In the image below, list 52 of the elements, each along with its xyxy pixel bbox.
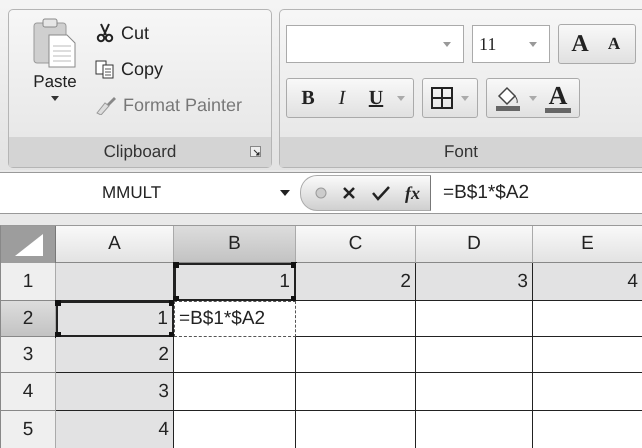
table-cell: 4 [533,263,642,301]
caret-icon [280,190,290,196]
dialog-launcher-icon[interactable] [250,146,261,157]
ribbon-button[interactable]: Copy [95,54,242,84]
fill-bucket-icon[interactable] [495,85,521,111]
table-cell: 4 [56,411,174,448]
row-header[interactable]: 2 [1,301,56,337]
table-cell: 2 [56,337,174,373]
column-header[interactable]: B [174,226,296,263]
table-cell: 1 [174,263,296,301]
table-cell: 2 [296,263,416,301]
format-button[interactable]: B [295,86,321,110]
row-header[interactable]: 4 [1,373,56,411]
formula-field[interactable]: =B$1*$A2 [443,182,530,204]
shrink-font-button[interactable]: A [601,34,627,54]
borders-icon[interactable] [431,87,453,109]
row-header[interactable]: 1 [1,263,56,301]
column-header[interactable]: A [56,226,174,263]
column-header[interactable]: D [416,226,533,263]
caret-icon [461,96,469,100]
scissors-icon [95,23,115,43]
copy-icon [95,59,115,79]
caret-icon [529,96,537,100]
table-cell: 3 [56,373,174,411]
caret-icon [397,96,405,100]
cancel-icon[interactable] [341,185,357,201]
column-header[interactable]: C [296,226,416,263]
font-name-field[interactable] [286,25,464,63]
table-cell: 3 [416,263,533,301]
ribbon-button[interactable]: Cut [95,18,242,48]
caret-icon [51,96,59,101]
select-all-button[interactable] [1,226,56,263]
row-header[interactable]: 3 [1,337,56,373]
column-header[interactable]: E [533,226,642,263]
insert-function-button[interactable]: fx [405,182,420,204]
format-button[interactable]: I [329,86,355,110]
brush-icon [95,95,117,115]
check-icon[interactable] [371,185,391,201]
group-title: Clipboard [104,142,176,162]
group-title: Font [444,142,478,162]
grow-font-button[interactable]: A [567,30,593,58]
caret-icon [443,42,451,46]
table-cell: 1 [56,301,174,337]
row-header[interactable]: 5 [1,411,56,448]
format-button[interactable]: U [363,86,389,110]
caret-icon [529,42,537,46]
font-size-field[interactable]: 11 [472,25,550,63]
table-cell: =B$1*$A2 [174,301,296,337]
name-box[interactable]: MMULT [0,173,300,213]
grip-icon [315,187,327,199]
paste-icon [33,18,77,68]
paste-button[interactable]: Paste [15,18,95,137]
